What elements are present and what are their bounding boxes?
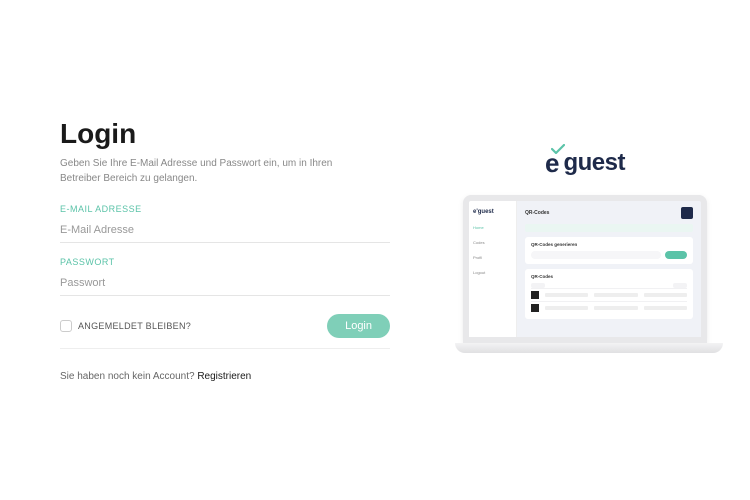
- preview-title: QR-Codes: [525, 210, 549, 216]
- qr-icon: [531, 304, 539, 312]
- remember-label: ANGEMELDET BLEIBEN?: [78, 321, 191, 331]
- page-title: Login: [60, 118, 390, 150]
- preview-list-title: QR-Codes: [531, 274, 687, 279]
- preview-cell: [644, 293, 687, 297]
- preview-nav-item: Profil: [473, 253, 512, 262]
- laptop-screen: e'guest Home Codes Profil Logout QR-Code…: [463, 195, 707, 343]
- register-link[interactable]: Registrieren: [197, 371, 251, 382]
- check-icon: [551, 144, 565, 154]
- preview-cell: [644, 306, 687, 310]
- laptop-base: [455, 343, 723, 353]
- logo-guest: guest: [563, 149, 625, 177]
- laptop-mockup: e'guest Home Codes Profil Logout QR-Code…: [455, 195, 715, 353]
- brand-logo: e guest: [545, 148, 625, 179]
- register-line: Sie haben noch kein Account? Registriere…: [60, 371, 390, 382]
- preview-tool: [531, 283, 545, 288]
- preview-nav-item: Logout: [473, 268, 512, 277]
- remember-checkbox[interactable]: [60, 320, 72, 332]
- table-row: [531, 301, 687, 314]
- preview-generate-card: QR-Codes generieren: [525, 237, 693, 264]
- preview-cell: [594, 306, 637, 310]
- page-subtitle: Geben Sie Ihre E-Mail Adresse und Passwo…: [60, 156, 360, 186]
- preview-sidebar: e'guest Home Codes Profil Logout: [469, 201, 517, 337]
- preview-main: QR-Codes QR-Codes generieren QR-Codes: [517, 201, 701, 337]
- qr-icon: [531, 291, 539, 299]
- preview-nav-item: Home: [473, 223, 512, 232]
- preview-nav-item: Codes: [473, 238, 512, 247]
- no-account-text: Sie haben noch kein Account?: [60, 371, 197, 382]
- remember-row[interactable]: ANGEMELDET BLEIBEN?: [60, 320, 191, 332]
- login-button[interactable]: Login: [327, 314, 390, 338]
- email-field[interactable]: [60, 218, 390, 243]
- preview-input: [531, 251, 661, 259]
- preview-generate-btn: [665, 251, 687, 259]
- preview-tool: [673, 283, 687, 288]
- preview-cell: [545, 293, 588, 297]
- table-row: [531, 288, 687, 301]
- login-panel: Login Geben Sie Ihre E-Mail Adresse und …: [0, 118, 420, 382]
- preview-badge-icon: [681, 207, 693, 219]
- preview-cell: [594, 293, 637, 297]
- preview-info-banner: [525, 224, 693, 232]
- preview-list-card: QR-Codes: [525, 269, 693, 319]
- email-label: E-MAIL ADRESSE: [60, 204, 390, 214]
- preview-logo: e'guest: [473, 207, 512, 217]
- preview-cell: [545, 306, 588, 310]
- password-field[interactable]: [60, 271, 390, 296]
- promo-panel: e guest e'guest Home Codes Profil Logout…: [420, 148, 750, 353]
- password-label: PASSWORT: [60, 257, 390, 267]
- preview-gen-title: QR-Codes generieren: [531, 242, 687, 247]
- logo-e: e: [545, 148, 559, 179]
